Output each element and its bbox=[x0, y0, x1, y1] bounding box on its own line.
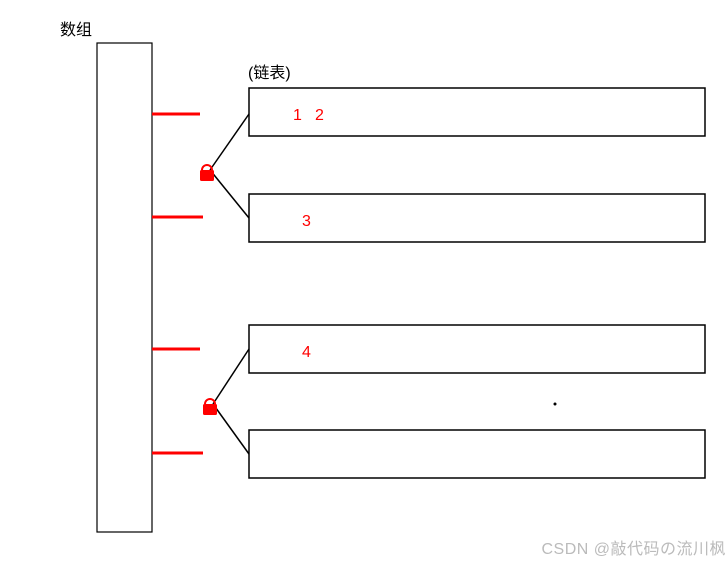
array-column bbox=[97, 43, 152, 532]
value-4: 4 bbox=[302, 344, 311, 361]
linked-list-box-3 bbox=[249, 325, 705, 373]
linked-list-box-2 bbox=[249, 194, 705, 242]
value-2: 2 bbox=[315, 107, 324, 124]
wedge-bottom-2 bbox=[213, 404, 249, 454]
watermark: CSDN @敲代码の流川枫 bbox=[541, 535, 726, 559]
lock-icon bbox=[203, 399, 217, 415]
linked-list-box-4 bbox=[249, 430, 705, 478]
wedge-top-1 bbox=[210, 114, 249, 170]
diagram-canvas: 1 2 3 4 bbox=[0, 0, 728, 565]
value-1: 1 bbox=[293, 107, 302, 124]
value-3: 3 bbox=[302, 213, 311, 230]
lock-icon bbox=[200, 165, 214, 181]
wedge-top-2 bbox=[213, 349, 249, 404]
dot-marker bbox=[554, 403, 557, 406]
wedge-bottom-1 bbox=[210, 170, 249, 218]
